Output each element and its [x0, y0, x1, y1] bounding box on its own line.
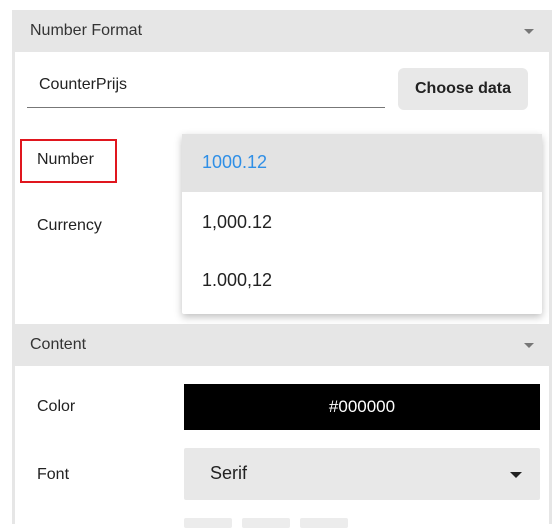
partial-button[interactable]	[242, 518, 290, 528]
dropdown-option[interactable]: 1000.12	[182, 134, 542, 192]
number-format-header[interactable]: Number Format	[12, 10, 552, 52]
choose-data-button[interactable]: Choose data	[398, 68, 528, 110]
number-format-dropdown-menu: 1000.12 1,000.12 1.000,12	[182, 134, 542, 314]
chevron-down-icon[interactable]	[524, 29, 534, 34]
number-format-title: Number Format	[30, 22, 143, 39]
content-title: Content	[30, 336, 87, 353]
caret-down-icon[interactable]	[510, 472, 522, 478]
color-value: #000000	[328, 397, 396, 416]
dropdown-option-label: 1,000.12	[202, 212, 273, 232]
chevron-down-icon[interactable]	[524, 343, 534, 348]
dropdown-option-label: 1.000,12	[202, 270, 273, 290]
dropdown-option[interactable]: 1,000.12	[182, 194, 542, 252]
panel-left-border	[12, 366, 15, 524]
number-label: Number	[37, 151, 94, 168]
data-field-value: CounterPrijs	[39, 76, 128, 93]
font-select[interactable]: Serif	[184, 448, 540, 500]
color-picker-swatch[interactable]: #000000	[184, 384, 540, 430]
dropdown-option-label: 1000.12	[202, 152, 268, 172]
font-select-value: Serif	[210, 463, 248, 483]
panel-left-border	[12, 52, 15, 324]
partial-button[interactable]	[300, 518, 348, 528]
partial-button[interactable]	[184, 518, 232, 528]
choose-data-label: Choose data	[414, 80, 511, 97]
content-header[interactable]: Content	[12, 324, 552, 366]
dropdown-option[interactable]: 1.000,12	[182, 252, 542, 310]
currency-label: Currency	[37, 217, 102, 234]
font-label: Font	[37, 466, 70, 483]
color-label: Color	[37, 398, 76, 415]
data-field-input[interactable]: CounterPrijs	[27, 64, 385, 108]
